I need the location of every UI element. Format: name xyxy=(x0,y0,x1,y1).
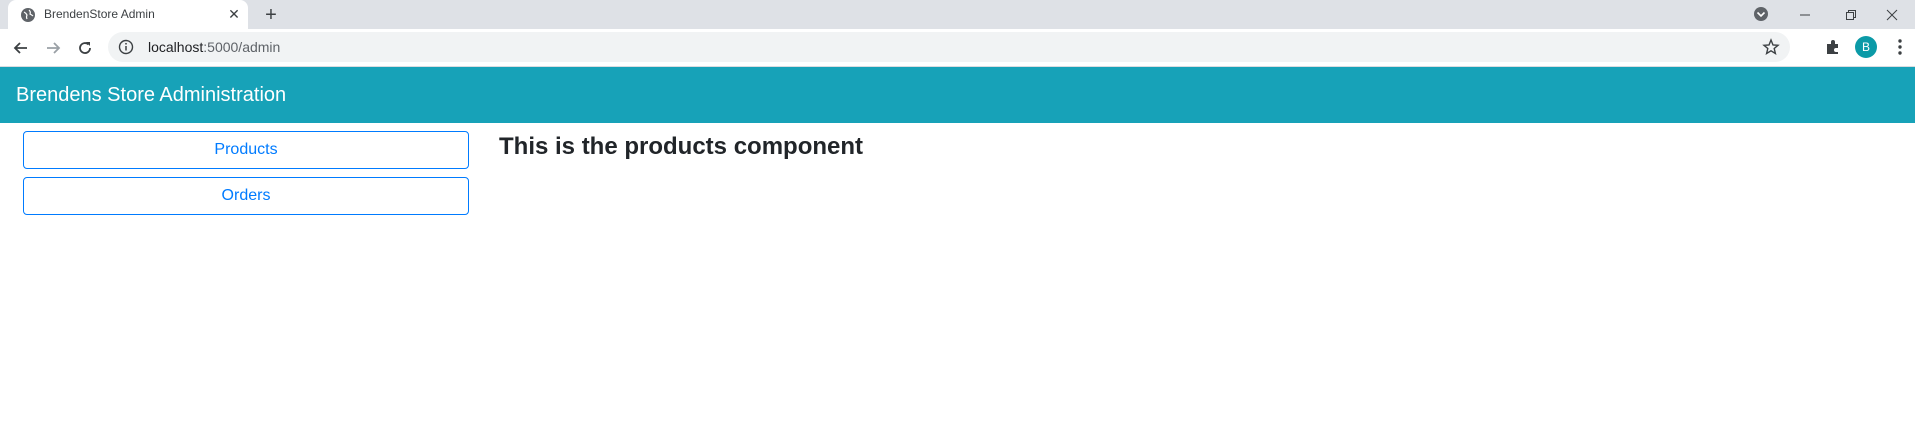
window-close-icon[interactable] xyxy=(1869,0,1915,29)
reload-icon[interactable] xyxy=(72,35,98,61)
tab-search-icon[interactable] xyxy=(1752,5,1770,23)
page-heading: This is the products component xyxy=(499,133,864,160)
browser-toolbar: localhost:5000/admin B xyxy=(0,29,1915,67)
tab-title: BrendenStore Admin xyxy=(44,7,155,21)
plus-icon[interactable]: + xyxy=(260,4,282,26)
puzzle-icon[interactable] xyxy=(1823,37,1843,57)
minimize-icon[interactable] xyxy=(1782,0,1828,29)
app-navbar: Brendens Store Administration xyxy=(0,67,1915,123)
arrow-left-icon[interactable] xyxy=(8,35,34,61)
kebab-menu-icon[interactable] xyxy=(1890,37,1910,57)
products-button[interactable]: Products xyxy=(23,131,469,169)
url-path: :5000/admin xyxy=(203,39,281,55)
close-icon[interactable]: ✕ xyxy=(226,6,242,22)
orders-button[interactable]: Orders xyxy=(23,177,469,215)
url-text: localhost:5000/admin xyxy=(148,39,280,55)
browser-tabstrip: BrendenStore Admin ✕ + xyxy=(0,0,1915,29)
sidebar: Products Orders xyxy=(23,131,469,223)
info-icon[interactable] xyxy=(118,39,134,55)
browser-tab[interactable]: BrendenStore Admin ✕ xyxy=(8,0,248,29)
star-icon[interactable] xyxy=(1762,38,1780,56)
address-bar[interactable]: localhost:5000/admin xyxy=(108,32,1790,62)
url-host: localhost xyxy=(148,39,204,55)
app-brand[interactable]: Brendens Store Administration xyxy=(16,84,286,107)
globe-icon xyxy=(20,7,36,23)
restore-icon[interactable] xyxy=(1828,0,1874,29)
arrow-right-icon[interactable] xyxy=(40,35,66,61)
avatar[interactable]: B xyxy=(1855,36,1877,58)
